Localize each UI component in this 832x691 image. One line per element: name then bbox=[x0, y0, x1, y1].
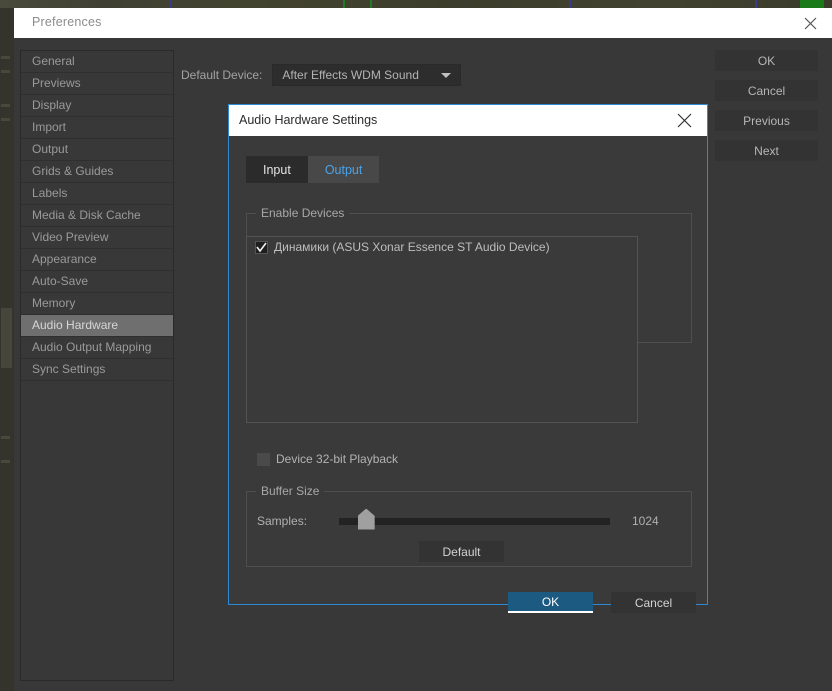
background-app-strip-left bbox=[0, 8, 14, 691]
buffer-default-button[interactable]: Default bbox=[419, 541, 504, 562]
preferences-window: Preferences General Previews Display Import… bbox=[14, 8, 832, 691]
close-icon[interactable] bbox=[667, 105, 701, 136]
sidebar-item-labels[interactable]: Labels bbox=[21, 183, 173, 205]
sidebar-item-import[interactable]: Import bbox=[21, 117, 173, 139]
buffer-size-legend: Buffer Size bbox=[256, 484, 325, 498]
device-checkbox[interactable] bbox=[255, 240, 268, 254]
sidebar-item-video-preview[interactable]: Video Preview bbox=[21, 227, 173, 249]
background-tick bbox=[1, 56, 10, 59]
chevron-down-icon bbox=[441, 73, 452, 78]
ok-button[interactable]: OK bbox=[715, 50, 818, 71]
background-tick bbox=[1, 460, 10, 463]
sidebar-item-grids-guides[interactable]: Grids & Guides bbox=[21, 161, 173, 183]
samples-label: Samples: bbox=[257, 514, 308, 528]
samples-row: Samples: 1024 bbox=[257, 508, 687, 530]
background-scrollbar bbox=[1, 308, 12, 368]
device-32bit-playback-label: Device 32-bit Playback bbox=[276, 452, 399, 466]
window-titlebar: Preferences bbox=[14, 8, 832, 38]
default-device-value: After Effects WDM Sound bbox=[282, 68, 419, 82]
sidebar-item-sync-settings[interactable]: Sync Settings bbox=[21, 359, 173, 381]
background-tick bbox=[1, 104, 10, 107]
sidebar-item-audio-hardware[interactable]: Audio Hardware bbox=[21, 315, 173, 337]
dialog-cancel-button[interactable]: Cancel bbox=[611, 592, 696, 613]
sidebar-item-appearance[interactable]: Appearance bbox=[21, 249, 173, 271]
tab-input[interactable]: Input bbox=[246, 156, 308, 183]
default-device-row: Default Device: After Effects WDM Sound bbox=[181, 64, 462, 86]
device-list-item[interactable]: Динамики (ASUS Xonar Essence ST Audio De… bbox=[247, 237, 637, 257]
background-tick bbox=[1, 70, 10, 73]
default-device-label: Default Device: bbox=[181, 68, 263, 82]
screen: Preferences General Previews Display Import… bbox=[0, 0, 832, 691]
dialog-ok-button[interactable]: OK bbox=[508, 592, 593, 613]
background-tick bbox=[1, 118, 10, 121]
dialog-title: Audio Hardware Settings bbox=[239, 113, 378, 127]
samples-value: 1024 bbox=[632, 514, 659, 528]
background-marker bbox=[170, 0, 172, 8]
cancel-button[interactable]: Cancel bbox=[715, 80, 818, 101]
dialog-titlebar: Audio Hardware Settings bbox=[229, 105, 707, 136]
preferences-action-buttons: OK Cancel Previous Next bbox=[715, 50, 818, 161]
dialog-tabs: Input Output bbox=[246, 156, 380, 183]
sidebar-item-media-disk-cache[interactable]: Media & Disk Cache bbox=[21, 205, 173, 227]
sidebar-item-output[interactable]: Output bbox=[21, 139, 173, 161]
background-tick bbox=[1, 436, 10, 439]
sidebar-item-previews[interactable]: Previews bbox=[21, 73, 173, 95]
dialog-action-buttons: OK Cancel bbox=[508, 592, 696, 613]
enable-devices-list[interactable]: Динамики (ASUS Xonar Essence ST Audio De… bbox=[246, 236, 638, 423]
preferences-category-list[interactable]: General Previews Display Import Output Grids … bbox=[20, 50, 174, 681]
previous-button[interactable]: Previous bbox=[715, 110, 818, 131]
next-button[interactable]: Next bbox=[715, 140, 818, 161]
sidebar-item-display[interactable]: Display bbox=[21, 95, 173, 117]
default-device-select[interactable]: After Effects WDM Sound bbox=[272, 64, 462, 86]
sidebar-item-audio-output-mapping[interactable]: Audio Output Mapping bbox=[21, 337, 173, 359]
device-32bit-playback-checkbox[interactable] bbox=[257, 452, 270, 466]
samples-slider[interactable] bbox=[339, 508, 610, 530]
tab-output[interactable]: Output bbox=[307, 156, 380, 183]
sidebar-item-auto-save[interactable]: Auto-Save bbox=[21, 271, 173, 293]
device-label: Динамики (ASUS Xonar Essence ST Audio De… bbox=[274, 240, 550, 254]
dialog-body: Input Output Enable Devices Динамики (ASU… bbox=[229, 136, 707, 613]
background-app-strip-top bbox=[0, 0, 832, 8]
background-marker bbox=[370, 0, 372, 8]
audio-hardware-settings-dialog: Audio Hardware Settings Input Output Enab… bbox=[228, 104, 708, 613]
device-32bit-playback-row[interactable]: Device 32-bit Playback bbox=[257, 452, 398, 466]
background-marker bbox=[343, 0, 345, 8]
close-icon[interactable] bbox=[788, 8, 832, 38]
sidebar-item-general[interactable]: General bbox=[21, 51, 173, 73]
sidebar-item-memory[interactable]: Memory bbox=[21, 293, 173, 315]
background-marker bbox=[569, 0, 571, 8]
window-title: Preferences bbox=[32, 15, 102, 29]
background-marker bbox=[755, 0, 757, 8]
enable-devices-legend: Enable Devices bbox=[256, 206, 350, 220]
background-marker bbox=[800, 0, 824, 8]
